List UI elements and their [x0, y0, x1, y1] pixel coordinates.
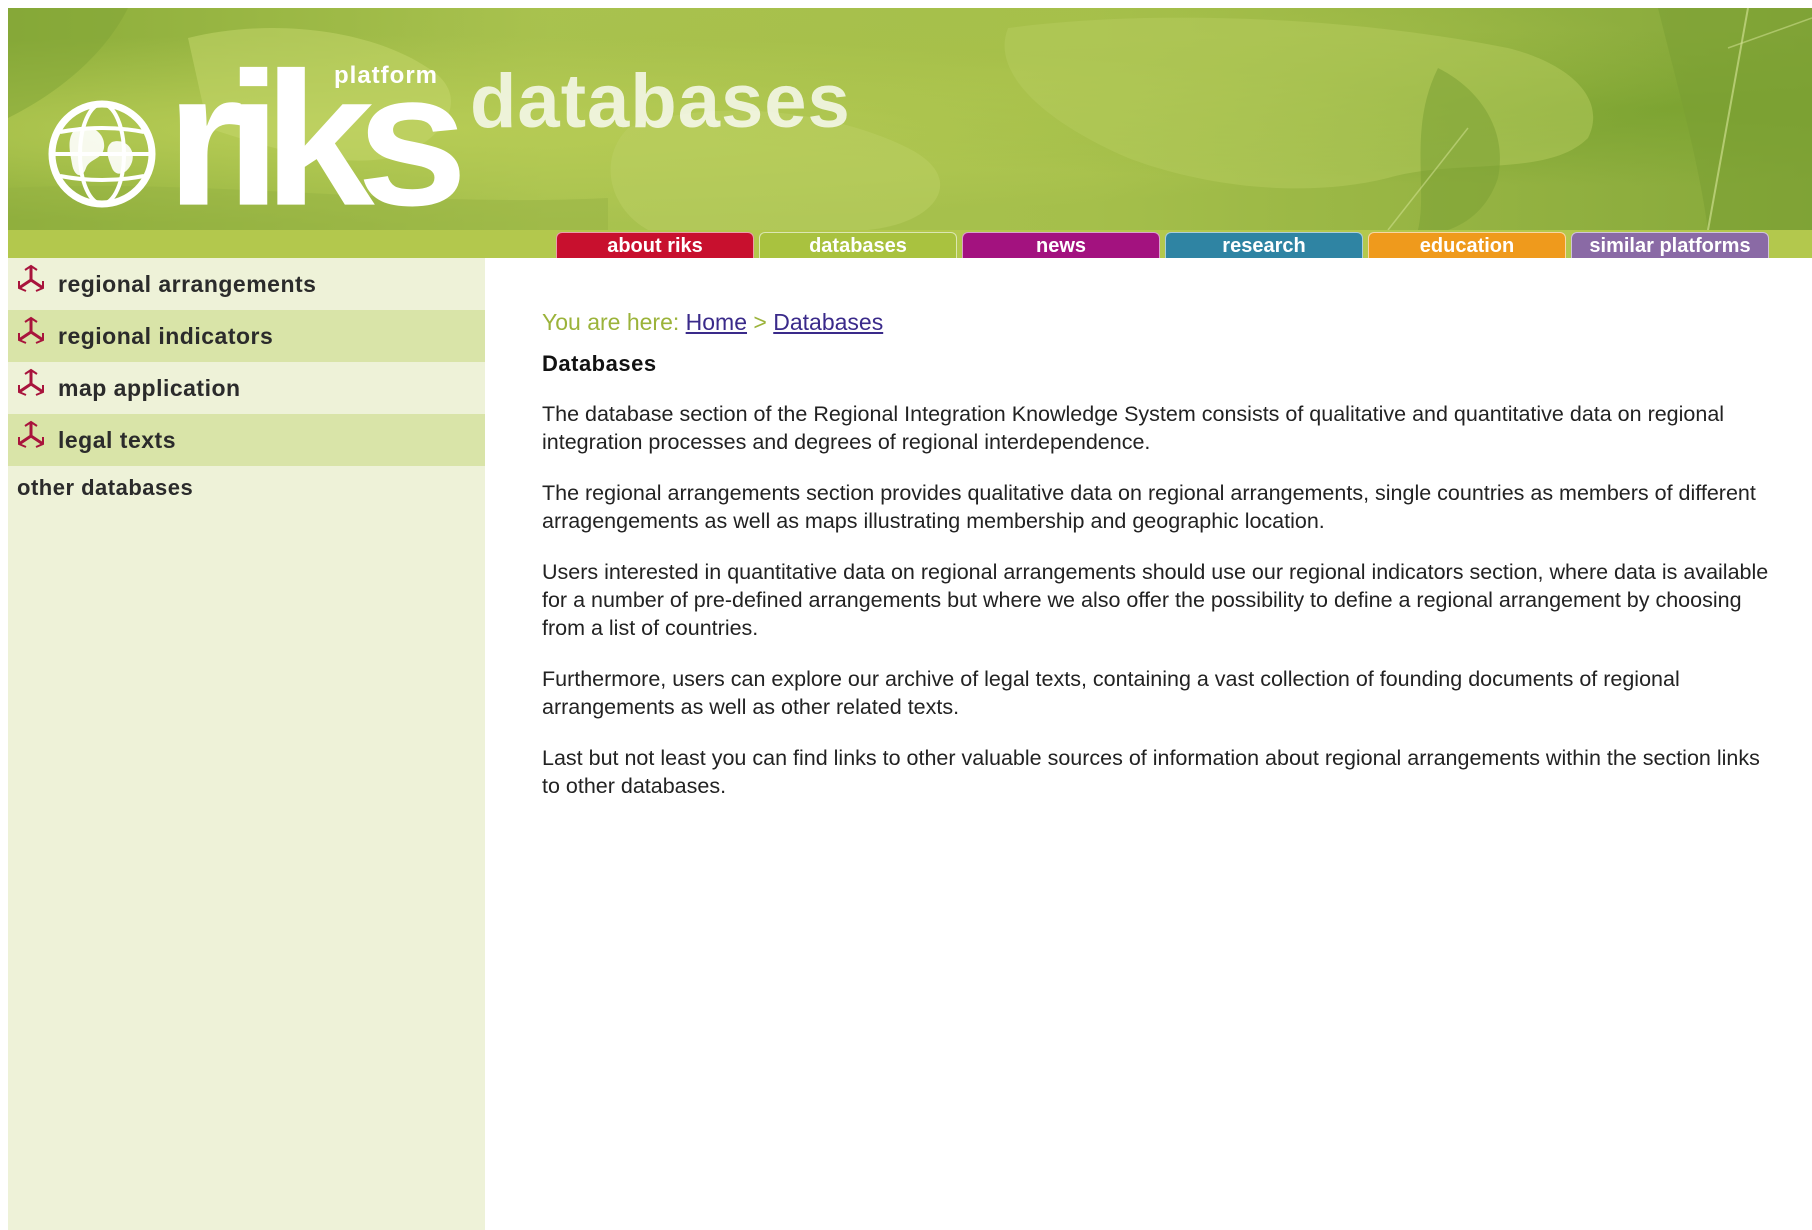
page-frame: riks platform databases about riks datab… — [8, 8, 1812, 1230]
tab-similar-platforms[interactable]: similar platforms — [1571, 232, 1769, 258]
globe-icon — [48, 100, 156, 208]
tab-news[interactable]: news — [962, 232, 1160, 258]
main-nav-tabs: about riks databases news research educa… — [556, 230, 1769, 258]
sidebar-item-map-application[interactable]: map application — [8, 362, 485, 414]
breadcrumb: You are here: Home > Databases — [542, 308, 1782, 336]
breadcrumb-home-link[interactable]: Home — [686, 309, 747, 335]
riks-logo[interactable]: riks platform — [46, 44, 468, 230]
sidebar-item-legal-texts[interactable]: legal texts — [8, 414, 485, 466]
triskelion-icon — [18, 420, 44, 448]
tab-about-riks[interactable]: about riks — [556, 232, 754, 258]
legal-texts-paragraph: Furthermore, users can explore our archi… — [542, 667, 1680, 719]
triskelion-icon — [18, 316, 44, 344]
intro-paragraph: The database section of the Regional Int… — [542, 402, 1725, 454]
sidebar-item-label: regional indicators — [58, 322, 274, 349]
tab-databases[interactable]: databases — [759, 232, 957, 258]
sidebar-item-other-databases[interactable]: other databases — [8, 466, 485, 510]
sidebar-item-regional-arrangements[interactable]: regional arrangements — [8, 258, 485, 310]
triskelion-icon — [18, 368, 44, 396]
tab-research[interactable]: research — [1165, 232, 1363, 258]
breadcrumb-current-link[interactable]: Databases — [773, 309, 883, 335]
logo-superscript: platform — [334, 62, 438, 89]
breadcrumb-prefix: You are here: — [542, 309, 686, 335]
header-banner: riks platform databases — [8, 8, 1812, 230]
sidebar: regional arrangements regional indicator… — [8, 258, 485, 1230]
main-content: You are here: Home > Databases Databases… — [542, 308, 1782, 823]
other-databases-paragraph: Last but not least you can find links to… — [542, 746, 1760, 798]
sidebar-item-regional-indicators[interactable]: regional indicators — [8, 310, 485, 362]
sidebar-item-label: legal texts — [58, 426, 176, 453]
sidebar-item-label: map application — [58, 374, 241, 401]
tab-education[interactable]: education — [1368, 232, 1566, 258]
section-title: databases — [470, 59, 851, 144]
triskelion-icon — [18, 264, 44, 292]
regional-indicators-paragraph: Users interested in quantitative data on… — [542, 560, 1769, 640]
breadcrumb-separator: > — [747, 309, 774, 335]
page-title: Databases — [542, 351, 657, 376]
regional-arrangements-paragraph: The regional arrangements section provid… — [542, 481, 1756, 533]
sidebar-item-label: regional arrangements — [58, 270, 317, 297]
